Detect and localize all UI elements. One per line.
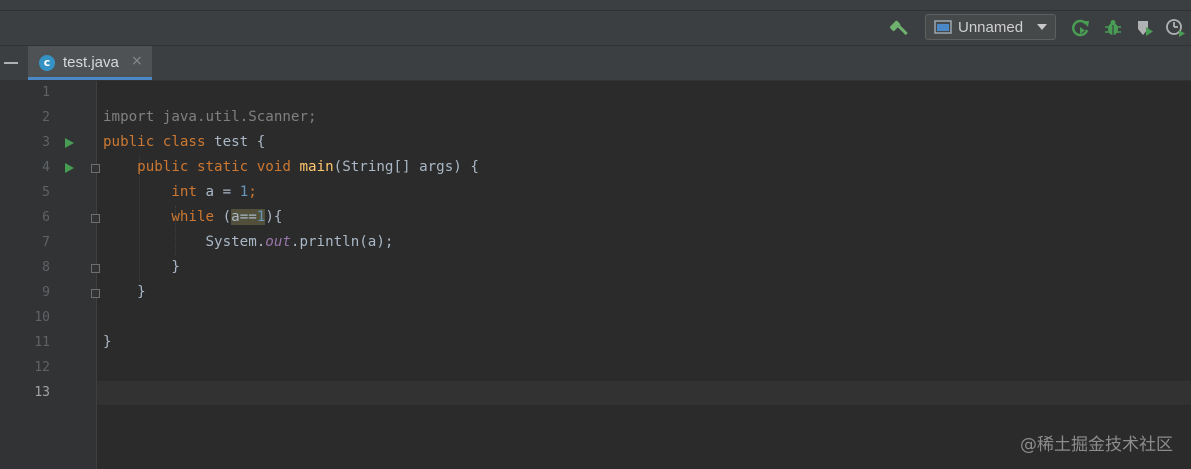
highlighted-expression: a==1	[231, 209, 266, 225]
coverage-icon[interactable]	[1134, 17, 1156, 39]
keyword: public	[103, 134, 155, 150]
code-text: a==	[231, 209, 257, 225]
run-config-icon	[934, 20, 952, 39]
run-main-icon[interactable]	[65, 163, 74, 173]
keyword: int	[171, 184, 197, 200]
watermark: @稀土掘金技术社区	[1020, 435, 1173, 455]
keyword: class	[162, 134, 206, 150]
line-number: 6	[42, 210, 50, 225]
line-number: 3	[42, 135, 50, 150]
keyword: static	[196, 159, 249, 175]
code-text: ;	[248, 184, 257, 200]
editor-tab-bar: c test.java ×	[0, 46, 1191, 81]
keyword: public	[137, 159, 189, 175]
code-text: java.util.Scanner;	[154, 109, 317, 125]
code-line-9: }	[103, 280, 146, 305]
title-bar	[0, 0, 1191, 11]
code-line-7: System.out.println(a);	[103, 230, 394, 255]
code-line-2: import java.util.Scanner;	[103, 105, 317, 130]
line-number: 4	[42, 160, 50, 175]
line-number: 11	[34, 335, 50, 350]
debug-icon[interactable]	[1102, 17, 1124, 39]
rerun-icon[interactable]	[1070, 17, 1092, 39]
line-number: 5	[42, 185, 50, 200]
code-text: }	[171, 259, 180, 275]
method-name: main	[299, 159, 334, 175]
line-number: 10	[34, 310, 50, 325]
code-text: }	[137, 284, 146, 300]
code-text: (String[] args) {	[333, 159, 479, 175]
line-number: 2	[42, 110, 50, 125]
code-text: .println(a);	[290, 234, 394, 250]
code-line-11: }	[103, 330, 112, 355]
java-class-icon: c	[39, 55, 55, 71]
code-line-6: while (a==1){	[103, 205, 282, 230]
code-editor[interactable]: import java.util.Scanner; public class t…	[97, 81, 1191, 469]
run-configuration-dropdown[interactable]: Unnamed	[925, 14, 1056, 40]
tab-label: test.java	[63, 54, 119, 71]
close-icon[interactable]: ×	[131, 53, 143, 69]
build-icon[interactable]	[889, 17, 911, 39]
tab-test-java[interactable]: c test.java ×	[28, 46, 152, 80]
code-text: System.	[205, 234, 266, 250]
keyword: while	[171, 209, 215, 225]
main-toolbar: Unnamed	[0, 11, 1191, 46]
code-text: (	[214, 209, 232, 225]
current-line-number: 13	[34, 385, 50, 400]
collapse-icon[interactable]	[4, 62, 18, 64]
code-text: }	[103, 334, 112, 350]
keyword: import	[103, 109, 155, 125]
line-number: 9	[42, 285, 50, 300]
caret-row-highlight	[97, 381, 1191, 405]
code-line-8: }	[103, 255, 180, 280]
line-number: 1	[42, 85, 50, 100]
code-line-3: public class test {	[103, 130, 265, 155]
line-number-gutter: 1 2 3 4 5 6 7 8 9 10 11 12 13	[0, 81, 100, 469]
code-text: ){	[265, 209, 283, 225]
run-class-icon[interactable]	[65, 138, 74, 148]
line-number: 12	[34, 360, 50, 375]
code-line-4: public static void main(String[] args) {	[103, 155, 479, 180]
code-text: test {	[205, 134, 266, 150]
line-number: 7	[42, 235, 50, 250]
static-field: out	[265, 234, 291, 250]
run-config-label: Unnamed	[958, 18, 1024, 36]
chevron-down-icon	[1037, 24, 1047, 30]
code-text: a =	[196, 184, 240, 200]
keyword: void	[256, 159, 291, 175]
number-literal: 1	[239, 184, 249, 200]
profiler-icon[interactable]	[1165, 17, 1187, 39]
line-number: 8	[42, 260, 50, 275]
code-line-5: int a = 1;	[103, 180, 257, 205]
